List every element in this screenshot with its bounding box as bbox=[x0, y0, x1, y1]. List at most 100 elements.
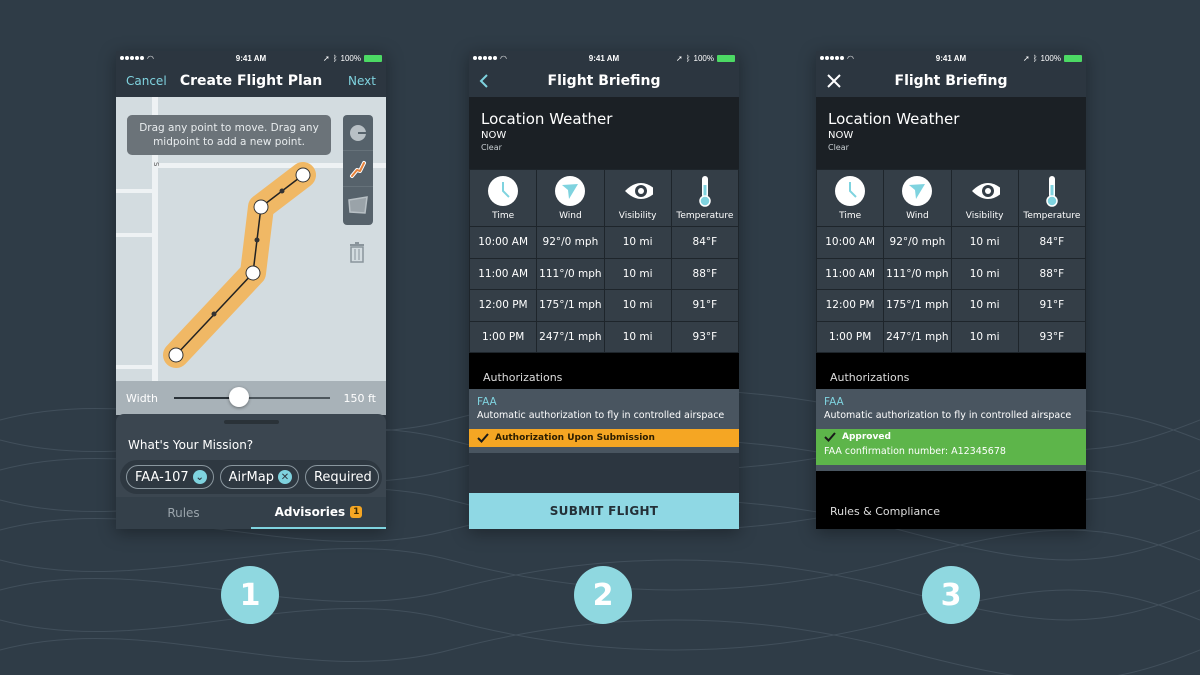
cell-time: 12:00 PM bbox=[816, 289, 885, 322]
map[interactable]: S Drag any point to move. Drag any midpo… bbox=[116, 97, 386, 381]
location-icon: ➚ bbox=[676, 53, 683, 63]
chip-airmap[interactable]: AirMap ✕ bbox=[219, 465, 299, 489]
close-icon[interactable]: ✕ bbox=[277, 470, 292, 484]
column-temperature: Temperature bbox=[670, 169, 739, 227]
location-weather-header: Location Weather NOW Clear bbox=[816, 97, 1086, 169]
path-tool-button[interactable] bbox=[343, 151, 373, 187]
width-value: 150 ft bbox=[343, 391, 376, 405]
waypoint-handle[interactable] bbox=[295, 167, 311, 183]
tab-rules[interactable]: Rules bbox=[116, 497, 251, 529]
column-wind: Wind bbox=[536, 169, 605, 227]
cell-visibility: 10 mi bbox=[950, 257, 1019, 290]
status-time: 9:41 AM bbox=[588, 53, 620, 63]
cell-temperature: 88°F bbox=[670, 257, 739, 290]
tab-label: Advisories bbox=[274, 505, 346, 519]
cell-visibility: 10 mi bbox=[950, 226, 1019, 259]
wind-direction-icon bbox=[562, 184, 579, 199]
weather-table: Time Wind Visibility Temperature 10:00 A… bbox=[469, 169, 739, 353]
authorizations-heading: Authorizations bbox=[816, 353, 1086, 389]
battery-icon bbox=[716, 54, 735, 62]
cell-temperature: 91°F bbox=[1017, 289, 1086, 322]
column-label: Time bbox=[839, 211, 862, 221]
map-road bbox=[116, 189, 152, 193]
step-badge-1: 1 bbox=[221, 566, 279, 624]
weather-condition: Clear bbox=[481, 143, 502, 152]
location-weather-header: Location Weather NOW Clear bbox=[469, 97, 739, 169]
street-label: S bbox=[152, 162, 160, 167]
chip-label: FAA-107 bbox=[135, 469, 189, 485]
column-label: Wind bbox=[906, 211, 929, 221]
mission-question: What's Your Mission? bbox=[128, 438, 254, 452]
circle-tool-button[interactable] bbox=[343, 115, 373, 151]
rules-compliance-heading[interactable]: Rules & Compliance bbox=[816, 471, 1086, 529]
cell-temperature: 93°F bbox=[1017, 320, 1086, 353]
waypoint-handle[interactable] bbox=[168, 347, 184, 363]
cell-time: 1:00 PM bbox=[469, 320, 538, 353]
step-badge-2: 2 bbox=[574, 566, 632, 624]
submit-flight-button[interactable]: SUBMIT FLIGHT bbox=[469, 493, 739, 529]
cell-temperature: 88°F bbox=[1017, 257, 1086, 290]
cell-time: 1:00 PM bbox=[816, 320, 885, 353]
table-row: 11:00 AM 111°/0 mph 10 mi 88°F bbox=[816, 257, 1086, 290]
waypoint-handle[interactable] bbox=[245, 265, 261, 281]
phone-flight-briefing-approved: ◠ 9:41 AM ➚ ᛒ 100% Flight Briefing Locatio… bbox=[816, 51, 1086, 529]
chevron-left-icon bbox=[479, 74, 488, 88]
cell-wind: 175°/1 mph bbox=[536, 289, 605, 322]
midpoint-handle[interactable] bbox=[211, 311, 217, 317]
cell-time: 10:00 AM bbox=[816, 226, 885, 259]
battery-percent: 100% bbox=[340, 53, 361, 63]
faa-authorization-card[interactable]: FAA Automatic authorization to fly in co… bbox=[469, 389, 739, 429]
cancel-button[interactable]: Cancel bbox=[126, 65, 167, 97]
trash-icon bbox=[350, 242, 364, 263]
column-wind: Wind bbox=[883, 169, 952, 227]
slider-thumb[interactable] bbox=[229, 387, 250, 407]
chip-required[interactable]: Required bbox=[304, 465, 379, 489]
column-visibility: Visibility bbox=[603, 169, 672, 227]
cell-visibility: 10 mi bbox=[603, 257, 672, 290]
bluetooth-icon: ᛒ bbox=[332, 53, 338, 63]
width-slider[interactable] bbox=[173, 387, 330, 407]
weather-when: NOW bbox=[828, 130, 854, 141]
map-road bbox=[116, 365, 152, 369]
tab-advisories[interactable]: Advisories 1 bbox=[251, 497, 386, 529]
authorization-pending-status: Authorization Upon Submission bbox=[469, 429, 739, 447]
waypoint-handle[interactable] bbox=[253, 199, 269, 215]
delete-button[interactable] bbox=[348, 241, 366, 267]
weather-when: NOW bbox=[481, 130, 507, 141]
wifi-icon: ◠ bbox=[847, 53, 854, 63]
signal-icon bbox=[820, 56, 844, 60]
cell-time: 11:00 AM bbox=[816, 257, 885, 290]
location-icon: ➚ bbox=[323, 53, 330, 63]
polygon-tool-button[interactable] bbox=[343, 187, 373, 223]
battery-percent: 100% bbox=[693, 53, 714, 63]
wifi-icon: ◠ bbox=[147, 53, 154, 63]
authorizations-heading: Authorizations bbox=[469, 353, 739, 389]
faa-description: Automatic authorization to fly in contro… bbox=[824, 410, 1072, 421]
midpoint-handle[interactable] bbox=[254, 237, 260, 243]
midpoint-handle[interactable] bbox=[279, 188, 285, 194]
faa-authorization-card[interactable]: FAA Automatic authorization to fly in co… bbox=[816, 389, 1086, 429]
page-title: Create Flight Plan bbox=[179, 73, 323, 89]
battery-percent: 100% bbox=[1040, 53, 1061, 63]
nav-bar: Flight Briefing bbox=[469, 65, 739, 97]
table-row: 10:00 AM 92°/0 mph 10 mi 84°F bbox=[469, 226, 739, 259]
close-button[interactable] bbox=[826, 65, 842, 97]
bluetooth-icon: ᛒ bbox=[685, 53, 691, 63]
next-button[interactable]: Next bbox=[348, 65, 376, 97]
column-label: Visibility bbox=[618, 211, 657, 221]
table-row: 10:00 AM 92°/0 mph 10 mi 84°F bbox=[816, 226, 1086, 259]
cell-time: 10:00 AM bbox=[469, 226, 538, 259]
flight-path-buffer bbox=[163, 162, 316, 368]
bluetooth-icon: ᛒ bbox=[1032, 53, 1038, 63]
path-tool-icon bbox=[350, 160, 366, 178]
faa-title: FAA bbox=[477, 396, 497, 408]
chevron-down-icon[interactable]: ⌄ bbox=[192, 470, 207, 484]
cell-wind: 175°/1 mph bbox=[883, 289, 952, 322]
clock-icon bbox=[849, 182, 857, 198]
status-bar: ◠ 9:41 AM ➚ ᛒ 100% bbox=[816, 51, 1086, 65]
battery-icon bbox=[1063, 54, 1082, 62]
back-button[interactable] bbox=[479, 65, 489, 97]
tab-bar: Rules Advisories 1 bbox=[116, 497, 386, 529]
chip-faa-107[interactable]: FAA-107 ⌄ bbox=[126, 465, 214, 489]
divider bbox=[469, 447, 739, 453]
